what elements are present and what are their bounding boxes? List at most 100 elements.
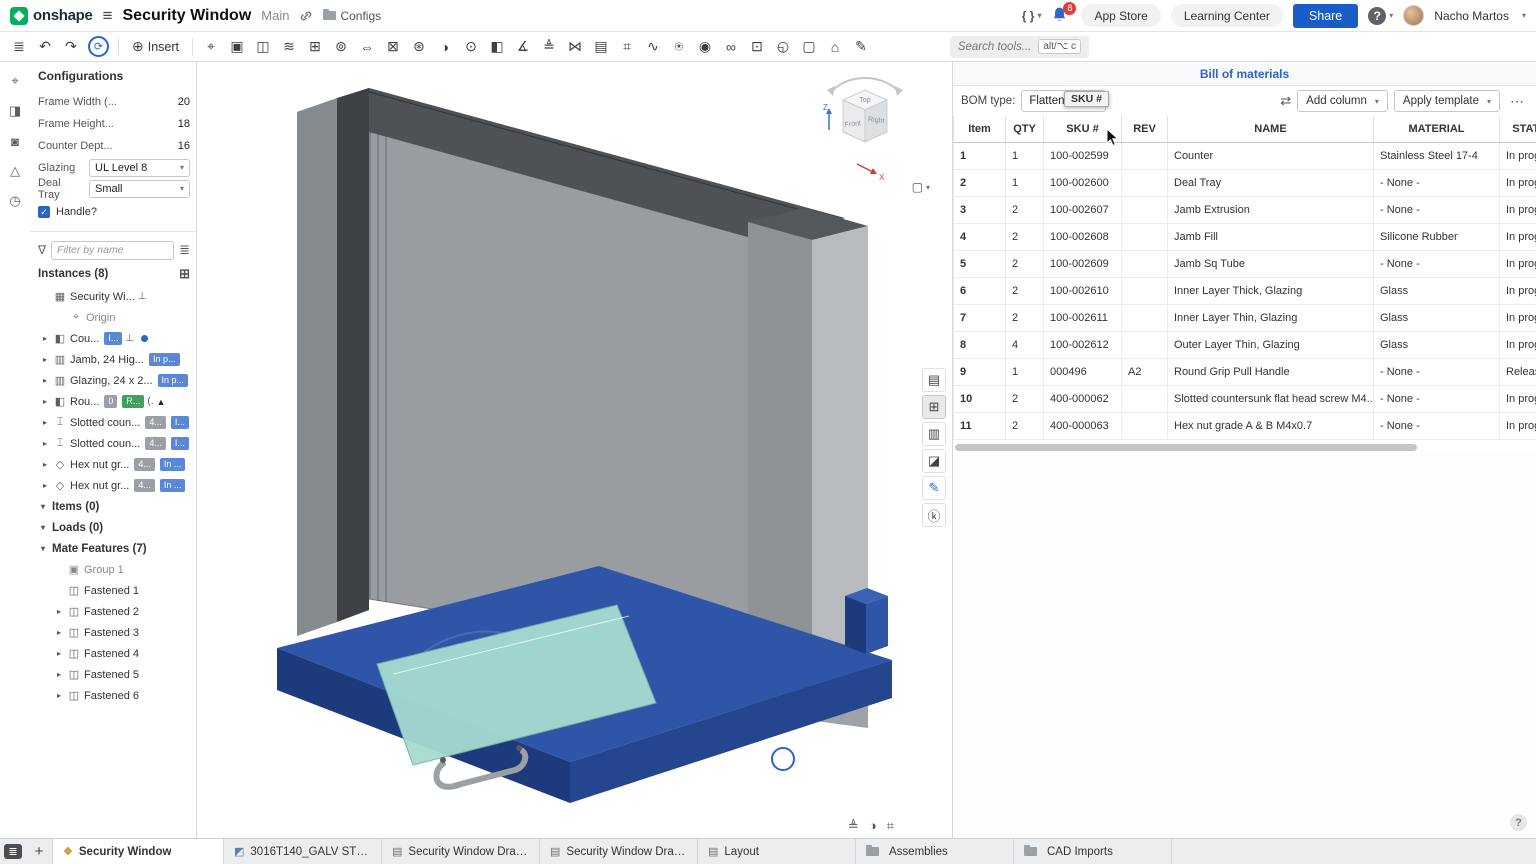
learning-center-button[interactable]: Learning Center bbox=[1171, 4, 1283, 27]
bom-row[interactable]: 62100-002610Inner Layer Thick, GlazingGl… bbox=[954, 277, 1536, 304]
section-view-icon[interactable]: ◧ bbox=[484, 35, 510, 59]
history-icon[interactable]: ◷ bbox=[4, 190, 26, 212]
expand-icon[interactable]: ▸ bbox=[54, 649, 64, 658]
annotation-icon[interactable]: ✎ bbox=[848, 35, 874, 59]
handle-checkbox-row[interactable]: Handle? bbox=[38, 201, 190, 223]
bom-col-item[interactable]: Item bbox=[954, 116, 1006, 142]
avatar[interactable] bbox=[1403, 5, 1424, 26]
assembly-structure-icon[interactable]: ≣ bbox=[6, 35, 32, 59]
sheet-metal-icon[interactable]: ▤ bbox=[588, 35, 614, 59]
snapshot-icon[interactable]: ▢ bbox=[796, 35, 822, 59]
redo-icon[interactable]: ↷ bbox=[58, 35, 84, 59]
collapse-icon[interactable]: ▾ bbox=[38, 502, 48, 511]
tab-security-window-drawi[interactable]: ▤Security Window Drawi... bbox=[540, 839, 698, 864]
tree-item-fastened-4[interactable]: ▸◫Fastened 4 bbox=[38, 643, 190, 664]
tag-icon[interactable]: ⌂ bbox=[822, 35, 848, 59]
config-field-value[interactable]: 20 bbox=[178, 96, 190, 108]
bom-row[interactable]: 112400-000063Hex nut grade A & B M4x0.7-… bbox=[954, 412, 1536, 439]
named-positions-icon[interactable]: ⓚ bbox=[922, 503, 946, 527]
linear-pattern-icon[interactable]: ⊞ bbox=[302, 35, 328, 59]
bom-row[interactable]: 102400-000062Slotted countersunk flat he… bbox=[954, 385, 1536, 412]
tree-item-jamb-24-hig[interactable]: ▸▥Jamb, 24 Hig...In p... bbox=[38, 349, 190, 370]
feature-script-icon[interactable] bbox=[1022, 9, 1042, 23]
bom-col-sku[interactable]: SKU # bbox=[1044, 116, 1122, 142]
bom-row[interactable]: 52100-002609Jamb Sq Tube- None -In progr… bbox=[954, 250, 1536, 277]
simulation-icon[interactable]: ◵ bbox=[770, 35, 796, 59]
snap-mode-icon[interactable]: ≋ bbox=[276, 35, 302, 59]
help-menu[interactable] bbox=[1368, 7, 1393, 25]
tree-item-glazing-24-x-2[interactable]: ▸▥Glazing, 24 x 2...In p... bbox=[38, 370, 190, 391]
app-store-button[interactable]: App Store bbox=[1081, 4, 1160, 27]
replicate-icon[interactable]: ◫ bbox=[250, 35, 276, 59]
bom-col-name[interactable]: NAME bbox=[1168, 116, 1374, 142]
tree-item-fastened-2[interactable]: ▸◫Fastened 2 bbox=[38, 601, 190, 622]
tree-item-slotted-coun[interactable]: ▸⌶Slotted coun...4...I... bbox=[38, 412, 190, 433]
bom-col-rev[interactable]: REV bbox=[1122, 116, 1168, 142]
config-select-glazing[interactable]: UL Level 8 bbox=[89, 159, 190, 177]
bom-row[interactable]: 32100-002607Jamb Extrusion- None -In pro… bbox=[954, 196, 1536, 223]
bom-col-qty[interactable]: QTY bbox=[1006, 116, 1044, 142]
expand-icon[interactable]: ▸ bbox=[40, 460, 50, 469]
main-menu-icon[interactable] bbox=[103, 6, 113, 26]
bom-row[interactable]: 72100-002611Inner Layer Thin, GlazingGla… bbox=[954, 304, 1536, 331]
tab-assemblies[interactable]: Assemblies bbox=[856, 839, 1014, 864]
exploded-views-icon[interactable]: ◪ bbox=[922, 449, 946, 473]
bom-row[interactable]: 91000496A2Round Grip Pull Handle- None -… bbox=[954, 358, 1536, 385]
expand-icon[interactable]: ▸ bbox=[54, 691, 64, 700]
project-breadcrumb[interactable]: Configs bbox=[323, 9, 381, 23]
more-options-icon[interactable] bbox=[1506, 93, 1528, 110]
tool-search[interactable]: Search tools... alt/⌥ c bbox=[950, 36, 1089, 58]
expand-icon[interactable]: ▸ bbox=[40, 397, 50, 406]
comments-icon[interactable]: ◙ bbox=[4, 130, 26, 152]
tree-item-hex-nut-gr[interactable]: ▸◇Hex nut gr...4...In ... bbox=[38, 475, 190, 496]
orbit-tool-icon[interactable]: ⟳ bbox=[88, 36, 109, 57]
tree-item-fastened-6[interactable]: ▸◫Fastened 6 bbox=[38, 685, 190, 706]
tree-item-slotted-coun[interactable]: ▸⌶Slotted coun...4...I... bbox=[38, 433, 190, 454]
tab-security-window[interactable]: ❖Security Window bbox=[52, 839, 224, 864]
mirror-icon[interactable]: ⇔ bbox=[354, 35, 380, 59]
spring-icon[interactable]: ∿ bbox=[640, 35, 666, 59]
measure-icon[interactable]: ⌗ bbox=[887, 818, 894, 834]
bom-row[interactable]: 84100-002612Outer Layer Thin, GlazingGla… bbox=[954, 331, 1536, 358]
undo-icon[interactable]: ↶ bbox=[32, 35, 58, 59]
chevron-down-icon[interactable] bbox=[1522, 11, 1526, 20]
configuration-tables-icon[interactable]: ▥ bbox=[922, 422, 946, 446]
tree-item-fastened-1[interactable]: ◫Fastened 1 bbox=[38, 580, 190, 601]
bom-help-icon[interactable] bbox=[1510, 814, 1527, 831]
flattened-view-icon[interactable] bbox=[1280, 93, 1291, 109]
analysis-icon[interactable]: △ bbox=[4, 160, 26, 182]
mate-icon[interactable]: ⌖ bbox=[198, 35, 224, 59]
bom-hscroll-thumb[interactable] bbox=[955, 444, 1417, 451]
tab-layout[interactable]: ▤Layout bbox=[698, 839, 856, 864]
display-states-icon[interactable]: ◑ bbox=[432, 35, 458, 59]
expand-icon[interactable]: ▸ bbox=[40, 334, 50, 343]
add-column-button[interactable]: Add column bbox=[1297, 90, 1388, 112]
bom-row[interactable]: 21100-002600Deal Tray- None -In progress bbox=[954, 169, 1536, 196]
insert-button[interactable]: Insert bbox=[124, 38, 187, 55]
tree-item-group-1[interactable]: ▣Group 1 bbox=[38, 559, 190, 580]
frame-icon[interactable]: ⌗ bbox=[614, 35, 640, 59]
tree-item-rou[interactable]: ▸◧Rou...0R...(.▲ bbox=[38, 391, 190, 412]
expand-icon[interactable]: ▸ bbox=[40, 376, 50, 385]
config-select-deal-tray[interactable]: Small bbox=[89, 180, 190, 198]
cam-icon[interactable]: ◉ bbox=[692, 35, 718, 59]
appearance-editor-icon[interactable]: ◨ bbox=[4, 100, 26, 122]
user-name[interactable]: Nacho Martos bbox=[1434, 9, 1509, 23]
gear-icon[interactable]: ⍟ bbox=[666, 35, 692, 59]
onshape-logo[interactable]: onshape bbox=[10, 7, 93, 25]
tab-manager-icon[interactable] bbox=[0, 839, 26, 864]
mass-properties-icon[interactable]: ≜ bbox=[848, 818, 859, 834]
viewcube-top-label[interactable]: Top bbox=[859, 97, 870, 104]
instances-header[interactable]: Instances (8) bbox=[38, 262, 190, 286]
stamp-icon[interactable]: ⊡ bbox=[744, 35, 770, 59]
collapse-icon[interactable]: ▾ bbox=[38, 523, 48, 532]
bom-row[interactable]: 42100-002608Jamb FillSilicone RubberIn p… bbox=[954, 223, 1536, 250]
tree-item-hex-nut-gr[interactable]: ▸◇Hex nut gr...4...In ... bbox=[38, 454, 190, 475]
collapse-icon[interactable]: ▾ bbox=[38, 544, 48, 553]
tree-item-cou[interactable]: ▸◧Cou...I...⊥ bbox=[38, 328, 190, 349]
interference-icon[interactable]: ⋈ bbox=[562, 35, 588, 59]
group-icon[interactable]: ▣ bbox=[224, 35, 250, 59]
apply-template-button[interactable]: Apply template bbox=[1394, 90, 1500, 112]
config-field-value[interactable]: 18 bbox=[178, 118, 190, 130]
follow-mode-icon[interactable]: ⌖ bbox=[4, 70, 26, 92]
